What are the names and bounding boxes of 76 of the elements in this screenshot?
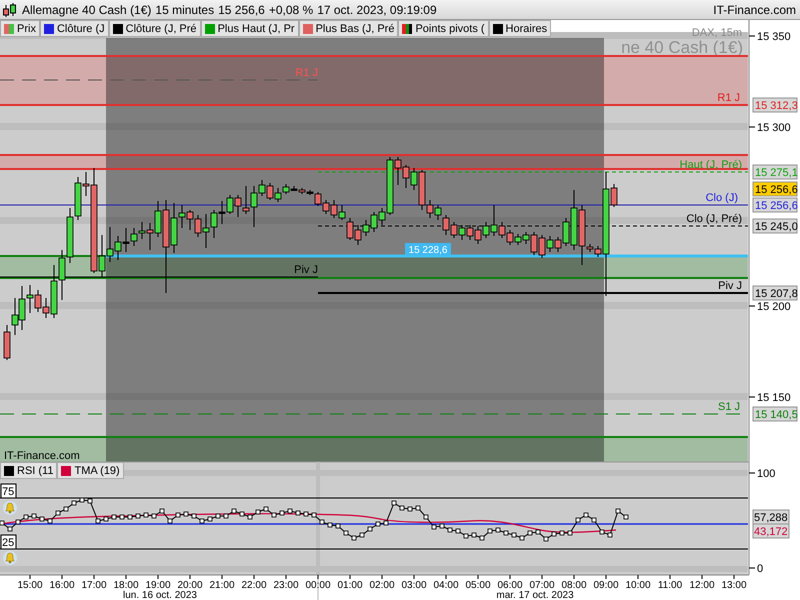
price-tag: 15 140,5 (752, 406, 798, 422)
date-label: mar. 17 oct. 2023 (496, 590, 574, 600)
legend-label: Clôture (J, Pré (126, 22, 197, 34)
time-tick-label: 23:00 (273, 580, 299, 591)
time-tick-label: 16:00 (49, 580, 75, 591)
time-tick-label: 10:00 (625, 580, 651, 591)
time-tick-label: 03:00 (401, 580, 427, 591)
legend-label: Points pivots ( (415, 22, 485, 34)
legend-item[interactable]: Clôture (J (40, 20, 109, 37)
time-tick-label: 18:00 (113, 580, 139, 591)
axis-tick-label: 100 (757, 468, 776, 480)
time-tick-label: 17:00 (81, 580, 107, 591)
interval-label: 15 minutes (155, 2, 214, 16)
brand-label: IT-Finance.com (713, 2, 796, 16)
time-tick-label: 13:00 (721, 580, 747, 591)
price-tag: 15 256,6 (752, 198, 798, 212)
time-tick-label: 15:00 (17, 580, 43, 591)
legend-item[interactable]: Plus Haut (J, Pr (200, 20, 299, 37)
time-tick-label: 20:00 (177, 580, 203, 591)
source-label: IT-Finance.com (4, 450, 80, 462)
axis-tick-label: 15 200 (757, 301, 791, 313)
level-label: Piv J (294, 264, 318, 276)
time-tick-label: 02:00 (369, 580, 395, 591)
price-value: 15 256,6 (218, 2, 265, 16)
axis-tick-label: 15 300 (757, 122, 791, 134)
legend-label: Horaires (506, 22, 548, 34)
level-label: Clo (J) (706, 192, 738, 204)
indicator-tag: 43,172 (752, 524, 790, 538)
time-tick-label: 07:00 (529, 580, 555, 591)
level-label: Haut (J, Pré) (680, 159, 742, 171)
date-label: lun. 16 oct. 2023 (123, 590, 197, 600)
instrument-title: Allemagne 40 Cash (1€) (22, 2, 152, 16)
level-label: 25 (0, 534, 16, 550)
price-tag: 15 245,0 (752, 218, 798, 234)
axis-tick-label: 15 150 (757, 392, 791, 404)
legend-label: RSI (11 (17, 464, 54, 476)
change-value: +0,08 % (268, 2, 314, 16)
legend-item[interactable]: Plus Bas (J, Pré (298, 20, 398, 37)
level-label: S1 J (718, 401, 740, 413)
time-tick-label: 04:00 (433, 580, 459, 591)
time-tick-label: 08:00 (561, 580, 587, 591)
indicator-tag: 57,288 (752, 510, 790, 524)
legend-item[interactable]: TMA (19) (57, 462, 124, 479)
level-label: 15 228,6 (405, 243, 451, 256)
legend-label: TMA (19) (74, 464, 120, 476)
time-tick-label: 09:00 (593, 580, 619, 591)
chart-watermark-name: ne 40 Cash (1€) (621, 38, 743, 57)
time-tick-label: 06:00 (497, 580, 523, 591)
time-tick-label: 05:00 (465, 580, 491, 591)
level-label: R1 J (717, 92, 740, 104)
legend-item[interactable]: Prix (0, 20, 40, 37)
price-tag: 15 207,8 (752, 286, 798, 300)
time-tick-label: 12:00 (689, 580, 715, 591)
time-tick-label: 19:00 (145, 580, 171, 591)
level-label: Clo (J, Pré) (686, 213, 742, 225)
time-tick-label: 01:00 (337, 580, 363, 591)
time-tick-label: 22:00 (241, 580, 267, 591)
legend-item[interactable]: Clôture (J, Pré (108, 20, 201, 37)
price-tag: 15 312,3 (752, 98, 798, 112)
axis-tick-label: 0 (757, 563, 764, 575)
level-label: 75 (0, 484, 16, 498)
legend-label: Clôture (J (56, 22, 105, 34)
price-tag: 15 275,1 (752, 164, 798, 180)
legend-label: Prix (17, 22, 36, 34)
legend-label: Plus Haut (J, Pr (218, 22, 295, 34)
legend-item[interactable]: RSI (11 (0, 462, 58, 479)
time-tick-label: 21:00 (209, 580, 235, 591)
legend-item[interactable]: Horaires (488, 20, 552, 37)
legend-item[interactable]: Points pivots ( (398, 20, 489, 37)
timestamp: 17 oct. 2023, 09:19:09 (317, 2, 437, 16)
axis-tick-label: 15 350 (757, 31, 791, 43)
level-label: R1 J (295, 67, 318, 79)
level-label: Piv J (718, 280, 742, 292)
legend-label: Plus Bas (J, Pré (316, 22, 394, 34)
time-tick-label: 11:00 (658, 580, 682, 591)
time-tick-label: 00:00 (305, 580, 331, 591)
